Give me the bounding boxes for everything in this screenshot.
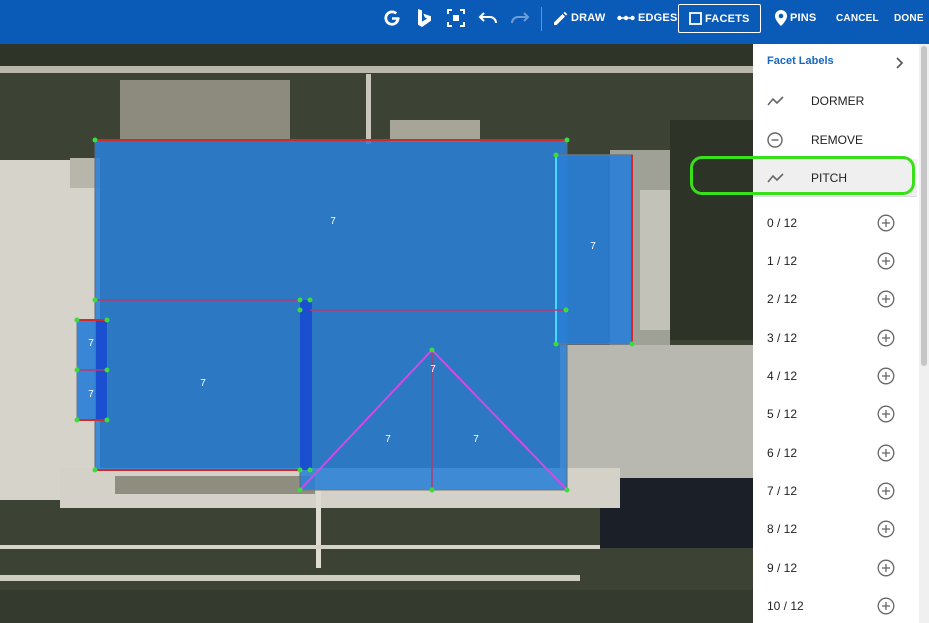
pitch-option[interactable]: 6 / 12	[753, 434, 917, 472]
facet-label: 7	[590, 241, 596, 252]
cancel-label: CANCEL	[836, 12, 879, 24]
pitch-option[interactable]: 5 / 12	[753, 395, 917, 433]
pitch-option[interactable]: 10 / 12	[753, 587, 917, 623]
draw-label: DRAW	[571, 12, 606, 24]
add-circle-icon[interactable]	[877, 520, 895, 538]
edges-icon	[617, 15, 635, 21]
pins-button[interactable]: PINS	[775, 0, 816, 36]
add-circle-icon[interactable]	[877, 444, 895, 462]
facet-label: 7	[385, 434, 391, 445]
undo-icon	[478, 12, 497, 24]
bing-icon	[418, 9, 431, 27]
facets-icon	[689, 12, 702, 25]
menu-item-dormer[interactable]: DORMER	[753, 82, 917, 120]
facet-label: 7	[88, 338, 94, 349]
pitch-option[interactable]: 8 / 12	[753, 510, 917, 548]
pitch-highlight-outline	[690, 156, 915, 195]
pins-label: PINS	[790, 12, 817, 24]
pitch-label: 9 / 12	[767, 561, 798, 575]
google-imagery-button[interactable]	[382, 0, 402, 36]
toolbar-divider	[541, 7, 542, 31]
undo-button[interactable]	[478, 0, 498, 36]
add-circle-icon[interactable]	[877, 290, 895, 308]
cancel-button[interactable]: CANCEL	[836, 0, 879, 36]
top-toolbar: DRAW EDGES FACETS PINS CANCEL DONE	[0, 0, 929, 44]
panel-scrollbar[interactable]	[919, 44, 929, 623]
pitch-label: 0 / 12	[767, 216, 798, 230]
chevron-right-icon[interactable]	[894, 56, 904, 70]
panel-divider	[753, 196, 917, 197]
add-circle-icon[interactable]	[877, 252, 895, 270]
pitch-label: 4 / 12	[767, 369, 798, 383]
add-circle-icon[interactable]	[877, 367, 895, 385]
facet-label: 7	[200, 378, 206, 389]
pitch-label: 6 / 12	[767, 446, 798, 460]
facets-button[interactable]: FACETS	[678, 4, 761, 33]
pitch-label: 7 / 12	[767, 484, 798, 498]
facet-labels-panel: Facet Labels DORMER REMOVE PITCH 0 / 12 …	[753, 44, 929, 623]
draw-button[interactable]: DRAW	[553, 0, 605, 36]
done-button[interactable]: DONE	[894, 0, 924, 36]
fit-view-icon	[447, 9, 465, 27]
pitch-option[interactable]: 1 / 12	[753, 242, 917, 280]
menu-item-label: REMOVE	[811, 133, 864, 147]
menu-item-remove[interactable]: REMOVE	[753, 121, 917, 159]
add-circle-icon[interactable]	[877, 214, 895, 232]
pitch-label: 1 / 12	[767, 254, 798, 268]
panel-header: Facet Labels	[767, 55, 834, 67]
add-circle-icon[interactable]	[877, 597, 895, 615]
pitch-label: 10 / 12	[767, 599, 804, 613]
pitch-option[interactable]: 4 / 12	[753, 357, 917, 395]
redo-button[interactable]	[510, 0, 530, 36]
fit-view-button[interactable]	[447, 0, 465, 36]
facet-label: 7	[330, 216, 336, 227]
aerial-imagery	[0, 44, 753, 623]
bing-imagery-button[interactable]	[415, 0, 433, 36]
minus-circle-icon	[767, 132, 789, 148]
add-circle-icon[interactable]	[877, 559, 895, 577]
pitch-option[interactable]: 3 / 12	[753, 319, 917, 357]
pitch-label: 3 / 12	[767, 331, 798, 345]
pitch-label: 5 / 12	[767, 407, 798, 421]
facets-label: FACETS	[705, 12, 750, 25]
pitch-option[interactable]: 7 / 12	[753, 472, 917, 510]
pitch-option[interactable]: 9 / 12	[753, 549, 917, 587]
add-circle-icon[interactable]	[877, 482, 895, 500]
facet-label: 7	[88, 389, 94, 400]
facet-label: 7	[473, 434, 479, 445]
done-label: DONE	[894, 12, 924, 24]
pitch-option[interactable]: 0 / 12	[753, 204, 917, 242]
pencil-icon	[554, 11, 568, 25]
menu-item-label: DORMER	[811, 94, 865, 108]
map-canvas[interactable]: 7 7 7 7 7 7 7 7	[0, 44, 753, 623]
facet-label: 7	[430, 364, 436, 375]
redo-icon	[511, 12, 530, 24]
edges-button[interactable]: EDGES	[617, 0, 678, 36]
scrollbar-thumb[interactable]	[921, 46, 927, 366]
add-circle-icon[interactable]	[877, 329, 895, 347]
edges-label: EDGES	[638, 12, 678, 24]
roof-facets	[76, 139, 633, 491]
add-circle-icon[interactable]	[877, 405, 895, 423]
pitch-option[interactable]: 2 / 12	[753, 280, 917, 318]
pitch-label: 8 / 12	[767, 522, 798, 536]
pitch-label: 2 / 12	[767, 292, 798, 306]
google-icon	[384, 10, 400, 26]
pin-icon	[775, 10, 787, 26]
trend-icon	[767, 96, 789, 106]
